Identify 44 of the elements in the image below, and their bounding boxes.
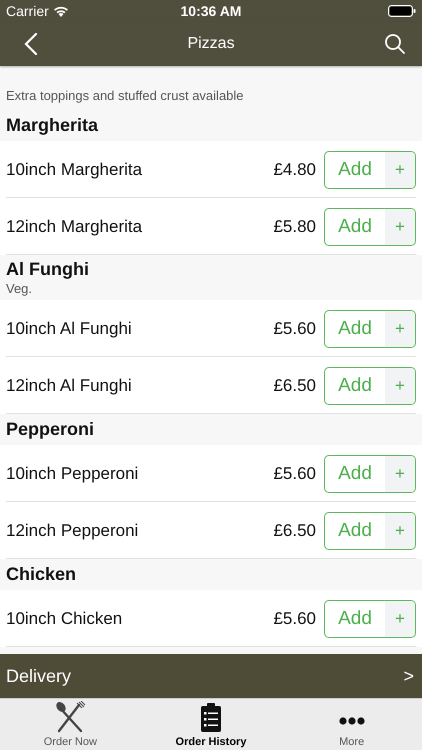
item-name: 12inch Margherita	[6, 216, 144, 236]
screen-title: Pizzas	[187, 35, 235, 53]
delivery-label: Delivery	[6, 666, 72, 686]
info-text: Extra toppings and stuffed crust available	[5, 87, 245, 105]
tab[interactable]: Order Now	[0, 699, 141, 750]
item-price: £4.80	[273, 160, 316, 180]
item-price: £6.50	[273, 520, 316, 540]
section-title: Pepperoni	[6, 419, 96, 440]
item-name: 12inch Al Funghi	[6, 376, 133, 396]
add-button[interactable]: Add +	[324, 512, 416, 550]
section-title: Chicken	[6, 564, 78, 585]
back-icon	[24, 32, 38, 56]
clock: 10:36 AM	[180, 3, 242, 19]
carrier-label: Carrier	[6, 3, 49, 19]
add-button[interactable]: Add +	[324, 150, 416, 188]
add-button[interactable]: Add +	[324, 310, 416, 348]
item-name: 10inch Pepperoni	[6, 464, 140, 484]
tab[interactable]: More	[281, 699, 422, 750]
back-button[interactable]	[24, 32, 38, 56]
add-button[interactable]: Add +	[324, 366, 416, 404]
item-price: £5.60	[273, 318, 316, 338]
item-name: 10inch Chicken	[6, 608, 124, 628]
battery-icon	[388, 5, 416, 17]
section-title: Al Funghi	[6, 259, 90, 280]
item-name: 12inch Pepperoni	[6, 520, 140, 540]
more-icon	[338, 717, 365, 725]
item-price: £5.60	[273, 608, 316, 628]
section-subtitle: Veg.	[6, 281, 34, 296]
item-price: £5.60	[273, 464, 316, 484]
add-button[interactable]: Add +	[324, 454, 416, 492]
section-title: Margherita	[6, 115, 100, 136]
clipboard-icon	[200, 702, 222, 733]
wifi-icon	[52, 5, 69, 17]
search-button[interactable]	[384, 33, 406, 55]
delivery-bar[interactable]: Delivery >	[0, 654, 422, 698]
tab[interactable]: Order History	[140, 699, 282, 750]
item-name: 10inch Margherita	[6, 160, 144, 180]
add-button[interactable]: Add +	[324, 208, 416, 246]
add-button[interactable]: Add +	[324, 600, 416, 638]
item-name: 10inch Al Funghi	[6, 318, 133, 338]
chevron: >	[403, 666, 414, 686]
item-price: £6.50	[273, 376, 316, 396]
item-price: £5.80	[273, 216, 316, 236]
search-icon	[384, 33, 406, 55]
